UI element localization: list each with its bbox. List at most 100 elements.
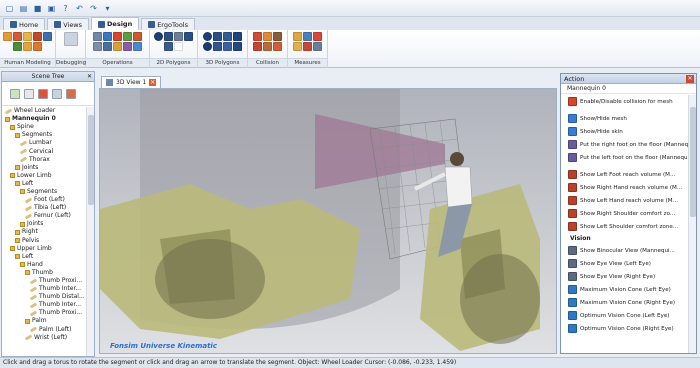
tab-home[interactable]: Home (3, 18, 46, 30)
delete-icon[interactable] (133, 32, 142, 41)
close-icon[interactable]: ✕ (87, 72, 92, 82)
circle-icon[interactable] (154, 32, 163, 41)
tree-node[interactable]: Thumb Proxi... (2, 309, 87, 317)
cone-icon[interactable] (233, 32, 242, 41)
new-file-icon[interactable]: ▢ (4, 3, 15, 14)
polyline-icon[interactable] (174, 32, 183, 41)
group-objects-icon[interactable] (113, 42, 122, 51)
close-icon[interactable]: ✕ (149, 79, 157, 86)
action-item[interactable]: Show Right Hand reach volume (M... (561, 181, 690, 194)
action-item[interactable]: Show Left Hand reach volume (M... (561, 194, 690, 207)
close-icon[interactable]: ✕ (686, 75, 694, 83)
tree-node[interactable]: Joints (2, 164, 87, 172)
tree-node[interactable]: Wrist (Left) (2, 334, 87, 342)
3d-viewport[interactable]: Fonsim Universe Kinematic (99, 88, 557, 354)
action-item[interactable]: Optimum Vision Cone (Right Eye) (561, 322, 690, 335)
posture-icon[interactable] (23, 32, 32, 41)
tab-views[interactable]: Views (47, 18, 90, 30)
measure-list-icon[interactable] (313, 42, 322, 51)
ruler-icon[interactable] (293, 32, 302, 41)
action-item[interactable]: Maximum Vision Cone (Left Eye) (561, 283, 690, 296)
dropdown-icon[interactable]: ▾ (102, 3, 113, 14)
tree-node[interactable]: Tibia (Left) (2, 204, 87, 212)
action-item[interactable]: Maximum Vision Cone (Right Eye) (561, 296, 690, 309)
align-icon[interactable] (123, 42, 132, 51)
save-icon[interactable]: ■ (32, 3, 43, 14)
debug-icon[interactable] (63, 32, 78, 46)
tree-node[interactable]: Hand (2, 261, 87, 269)
tree-node[interactable]: Spine (2, 123, 87, 131)
tree-node[interactable]: Thumb Inter... (2, 285, 87, 293)
tree-node[interactable]: Wheel Loader (2, 107, 87, 115)
collision-mesh-icon[interactable] (273, 32, 282, 41)
save-as-icon[interactable]: ▣ (46, 3, 57, 14)
scale-icon[interactable] (123, 32, 132, 41)
collision-check-icon[interactable] (263, 32, 272, 41)
redo-icon[interactable]: ↷ (88, 3, 99, 14)
sphere-icon[interactable] (203, 32, 212, 41)
collision-icon[interactable] (253, 32, 262, 41)
tree-node[interactable]: Femur (Left) (2, 212, 87, 220)
distance-icon[interactable] (313, 32, 322, 41)
tree-node[interactable]: Cervical (2, 147, 87, 155)
move-icon[interactable] (103, 32, 112, 41)
rectangle-icon[interactable] (164, 32, 173, 41)
tree-node[interactable]: Left (2, 253, 87, 261)
action-item[interactable]: Show Eye View (Right Eye) (561, 270, 690, 283)
paste-icon[interactable] (103, 42, 112, 51)
action-item[interactable]: Show/Hide mesh (561, 112, 690, 125)
tab-3d-view[interactable]: 3D View 1 ✕ (101, 76, 162, 88)
rotate-icon[interactable] (113, 32, 122, 41)
cylinder-icon[interactable] (223, 32, 232, 41)
tree-node[interactable]: Thumb Distal... (2, 293, 87, 301)
action-item[interactable]: Put the right foot on the floor (Mannequ… (561, 138, 690, 151)
tree-node[interactable]: Right (2, 228, 87, 236)
collision-report-icon[interactable] (273, 42, 282, 51)
scrollbar-thumb[interactable] (88, 115, 94, 205)
collision-pair-icon[interactable] (253, 42, 262, 51)
polygon-icon[interactable] (184, 32, 193, 41)
action-item[interactable]: Show Right Shoulder comfort zo... (561, 207, 690, 220)
joint-icon[interactable] (43, 32, 52, 41)
tree-node[interactable]: Joints (2, 220, 87, 228)
tree-node[interactable]: Segments (2, 188, 87, 196)
action-scrollbar[interactable] (688, 95, 696, 353)
skin-icon[interactable] (33, 42, 42, 51)
tab-design[interactable]: Design (91, 17, 140, 30)
action-item[interactable]: Show/Hide skin (561, 125, 690, 138)
tab-ergotools[interactable]: ErgoTools (141, 18, 195, 30)
measure-clear-icon[interactable] (303, 42, 312, 51)
open-folder-icon[interactable]: ▤ (18, 3, 29, 14)
tree-node[interactable]: Pelvis (2, 237, 87, 245)
copy-icon[interactable] (93, 42, 102, 51)
action-section-vision[interactable]: Vision (561, 233, 690, 244)
tree-node[interactable]: Left (2, 180, 87, 188)
collapse-tree-icon[interactable] (66, 88, 76, 99)
tree-node[interactable]: Thumb Proxi... (2, 277, 87, 285)
tree-node[interactable]: Mannequin 0 (2, 115, 87, 124)
select-icon[interactable] (93, 32, 102, 41)
mannequin-female-icon[interactable] (13, 32, 22, 41)
tree-node[interactable]: Foot (Left) (2, 196, 87, 204)
pyramid-icon[interactable] (223, 42, 232, 51)
measure-point-icon[interactable] (293, 42, 302, 51)
tree-node[interactable]: Palm (2, 317, 87, 325)
text-icon[interactable] (174, 42, 183, 51)
snap-icon[interactable] (133, 42, 142, 51)
tree-node[interactable]: Lumbar (2, 139, 87, 147)
scene-tree-scrollbar[interactable] (86, 107, 94, 356)
edit-node-icon[interactable] (24, 88, 34, 99)
add-node-icon[interactable] (10, 88, 20, 99)
action-item[interactable]: Show Binocular View (Mannequi... (561, 244, 690, 257)
help-icon[interactable]: ? (60, 3, 71, 14)
undo-icon[interactable]: ↶ (74, 3, 85, 14)
action-item[interactable]: Put the left foot on the floor (Mannequi… (561, 151, 690, 164)
action-item[interactable]: Show Left Foot reach volume (M... (561, 168, 690, 181)
action-item[interactable]: Enable/Disable collision for mesh (561, 95, 690, 108)
collision-zone-icon[interactable] (263, 42, 272, 51)
tree-node[interactable]: Thumb Inter... (2, 301, 87, 309)
reach-icon[interactable] (33, 32, 42, 41)
tree-node[interactable]: Palm (Left) (2, 326, 87, 334)
segment-icon[interactable] (13, 42, 22, 51)
tree-node[interactable]: Thorax (2, 156, 87, 164)
